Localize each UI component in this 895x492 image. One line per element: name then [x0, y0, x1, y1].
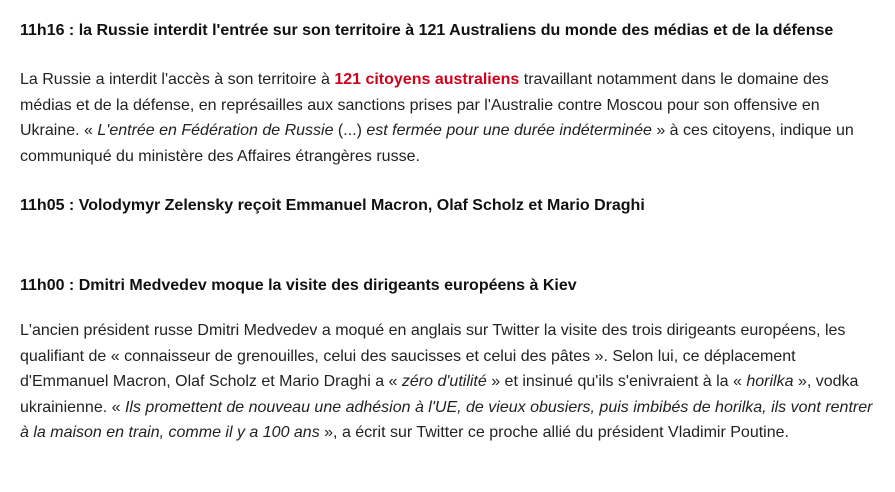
feed-entry: 11h00 : Dmitri Medvedev moque la visite … [20, 276, 877, 446]
feed-entry: 11h16 : la Russie interdit l'entrée sur … [20, 21, 877, 169]
quote-text: horilka [746, 373, 794, 390]
feed-entry: 11h05 : Volodymyr Zelensky reçoit Emmanu… [20, 196, 877, 216]
time-separator: : [64, 197, 79, 214]
entry-title: Dmitri Medvedev moque la visite des diri… [78, 277, 577, 294]
quote-text: L'entrée en Fédération de Russie [97, 122, 334, 139]
quote-text: zéro d'utilité [401, 373, 487, 390]
entry-headline: 11h00 : Dmitri Medvedev moque la visite … [20, 276, 877, 296]
body-text: » et insinué qu'ils s'enivraient à la « [486, 373, 747, 390]
body-text: », a écrit sur Twitter ce proche allié d… [319, 424, 789, 441]
entry-time: 11h05 [20, 197, 65, 214]
time-separator: : [64, 277, 79, 294]
body-text: (...) [333, 122, 367, 139]
body-text: La Russie a interdit l'accès à son terri… [20, 71, 335, 88]
entry-time: 11h16 [20, 22, 65, 39]
quote-text: est fermée pour une durée indéterminée [366, 122, 652, 139]
entry-body: La Russie a interdit l'accès à son terri… [20, 67, 877, 169]
time-separator: : [64, 22, 79, 39]
entry-title: Volodymyr Zelensky reçoit Emmanuel Macro… [78, 197, 645, 214]
highlight-link[interactable]: 121 citoyens australiens [334, 71, 519, 88]
entry-headline: 11h16 : la Russie interdit l'entrée sur … [20, 21, 877, 41]
entry-headline: 11h05 : Volodymyr Zelensky reçoit Emmanu… [20, 196, 877, 216]
entry-time: 11h00 [20, 277, 65, 294]
entry-title: la Russie interdit l'entrée sur son terr… [78, 22, 834, 39]
live-feed: 11h16 : la Russie interdit l'entrée sur … [0, 0, 895, 492]
entry-body: L'ancien président russe Dmitri Medvedev… [20, 318, 877, 446]
